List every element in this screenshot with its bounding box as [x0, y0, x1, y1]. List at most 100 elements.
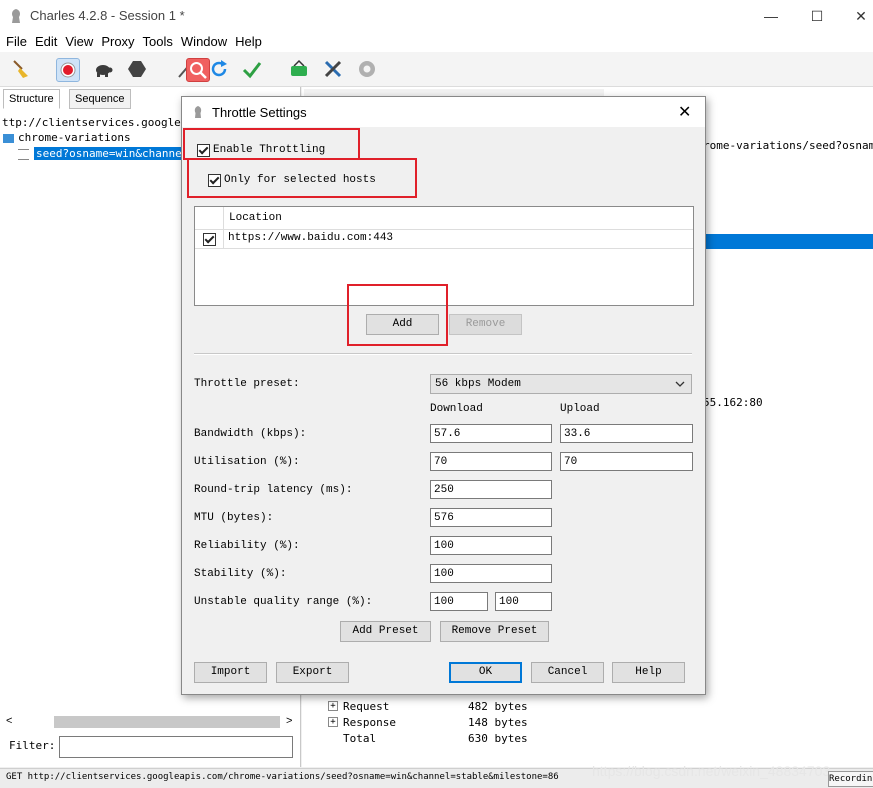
menu-file[interactable]: File: [0, 32, 31, 52]
location-enabled-checkbox[interactable]: [203, 233, 216, 246]
overview-url-text: rome-variations/seed?osnam...: [703, 139, 873, 152]
stop-hexagon-icon[interactable]: [126, 58, 148, 80]
utilisation-label: Utilisation (%):: [194, 456, 300, 468]
help-button[interactable]: Help: [612, 662, 685, 683]
size-row-response[interactable]: + Response 148 bytes: [328, 716, 568, 732]
throttle-preset-select[interactable]: 56 kbps Modem: [430, 374, 692, 394]
bandwidth-label: Bandwidth (kbps):: [194, 428, 307, 440]
highlight-box-enable: [183, 128, 360, 160]
menu-edit[interactable]: Edit: [31, 32, 61, 52]
add-preset-button[interactable]: Add Preset: [340, 621, 431, 642]
status-text: GET http://clientservices.googleapis.com…: [6, 772, 559, 782]
tree-request-row[interactable]: seed?osname=win&channel=: [18, 146, 197, 162]
record-icon: [60, 62, 76, 78]
size-value-response: 148 bytes: [468, 716, 528, 729]
broom-icon[interactable]: [10, 58, 32, 80]
size-row-total: Total 630 bytes: [328, 732, 568, 748]
unstable-range-label: Unstable quality range (%):: [194, 596, 373, 608]
import-button[interactable]: Import: [194, 662, 267, 683]
maximize-button[interactable]: ☐: [802, 6, 832, 26]
window-title: Charles 4.2.8 - Session 1 *: [30, 8, 185, 23]
search-magnifier-icon: [190, 62, 207, 79]
throttle-preset-value: 56 kbps Modem: [435, 378, 521, 390]
bandwidth-download-input[interactable]: 57.6: [430, 424, 552, 443]
remove-preset-button[interactable]: Remove Preset: [440, 621, 549, 642]
highlight-box-add: [347, 284, 448, 346]
export-button[interactable]: Export: [276, 662, 349, 683]
watermark-text: https://blog.csdn.net/weixin_48834703: [592, 763, 831, 779]
tab-sequence[interactable]: Sequence: [69, 89, 131, 109]
turtle-icon[interactable]: [92, 58, 114, 80]
latency-label: Round-trip latency (ms):: [194, 484, 353, 496]
tree-folder-label: chrome-variations: [18, 131, 131, 144]
menu-window[interactable]: Window: [177, 32, 231, 52]
record-button[interactable]: [56, 58, 80, 82]
stability-input[interactable]: 100: [430, 564, 552, 583]
horizontal-scrollbar[interactable]: < >: [4, 715, 294, 729]
tree-request-label: seed?osname=win&channel=: [34, 147, 197, 160]
scroll-left-icon[interactable]: <: [6, 715, 12, 727]
tree-host-row[interactable]: ttp://clientservices.googleapi: [2, 115, 201, 131]
expand-icon[interactable]: +: [328, 717, 338, 727]
tree-host-label: ttp://clientservices.googleapi: [2, 116, 201, 129]
download-header: Download: [430, 403, 483, 415]
size-label-total: Total: [343, 732, 377, 745]
gear-icon[interactable]: [356, 58, 378, 80]
refresh-icon[interactable]: [208, 58, 230, 80]
highlight-box-hosts: [187, 158, 417, 198]
tree-folder-row[interactable]: chrome-variations: [3, 130, 131, 146]
charles-app-icon: [12, 9, 20, 23]
column-divider: [223, 207, 224, 229]
unstable-range-to-input[interactable]: 100: [495, 592, 552, 611]
folder-icon: [3, 133, 14, 143]
selected-row-highlight[interactable]: [703, 234, 873, 249]
dialog-title: Throttle Settings: [212, 105, 307, 120]
location-row[interactable]: https://www.baidu.com:443: [195, 230, 693, 249]
size-label-request: Request: [343, 700, 390, 713]
recording-indicator[interactable]: Recordin: [828, 771, 873, 787]
cancel-button[interactable]: Cancel: [531, 662, 604, 683]
check-icon[interactable]: [241, 58, 263, 80]
ip-text: 55.162:80: [703, 396, 763, 409]
unstable-range-from-input[interactable]: 100: [430, 592, 488, 611]
mtu-label: MTU (bytes):: [194, 512, 274, 524]
ok-button[interactable]: OK: [449, 662, 522, 683]
tools-icon[interactable]: [322, 58, 344, 80]
utilisation-download-input[interactable]: 70: [430, 452, 552, 471]
close-window-button[interactable]: ✕: [846, 6, 873, 26]
tab-structure[interactable]: Structure: [3, 89, 60, 109]
mtu-input[interactable]: 576: [430, 508, 552, 527]
menu-proxy[interactable]: Proxy: [97, 32, 138, 52]
filter-label: Filter:: [9, 739, 56, 752]
basket-icon[interactable]: [288, 58, 310, 80]
size-value-request: 482 bytes: [468, 700, 528, 713]
menu-view[interactable]: View: [61, 32, 97, 52]
upload-header: Upload: [560, 403, 600, 415]
title-bar: Charles 4.2.8 - Session 1 * — ☐ ✕: [0, 0, 873, 32]
minimize-button[interactable]: —: [756, 6, 786, 26]
menu-tools[interactable]: Tools: [139, 32, 177, 52]
filter-input[interactable]: [59, 736, 293, 758]
charles-app-icon: [194, 106, 202, 118]
scroll-thumb[interactable]: [54, 716, 280, 728]
throttle-preset-label: Throttle preset:: [194, 378, 300, 390]
bandwidth-upload-input[interactable]: 33.6: [560, 424, 693, 443]
throttle-settings-dialog: Throttle Settings ✕ Enable Throttling On…: [181, 96, 706, 695]
stability-label: Stability (%):: [194, 568, 287, 580]
expand-icon[interactable]: +: [328, 701, 338, 711]
separator: [194, 353, 692, 355]
dialog-close-button[interactable]: ✕: [678, 102, 691, 122]
document-icon: [18, 148, 29, 160]
throttle-button[interactable]: [186, 58, 210, 82]
remove-location-button[interactable]: Remove: [449, 314, 522, 335]
size-row-request[interactable]: + Request 482 bytes: [328, 700, 568, 716]
latency-input[interactable]: 250: [430, 480, 552, 499]
scroll-right-icon[interactable]: >: [286, 715, 292, 727]
location-column-header: Location: [229, 212, 282, 224]
utilisation-upload-input[interactable]: 70: [560, 452, 693, 471]
chevron-down-icon: [675, 381, 685, 387]
reliability-input[interactable]: 100: [430, 536, 552, 555]
column-divider: [223, 230, 224, 248]
menu-help[interactable]: Help: [231, 32, 266, 52]
dialog-title-bar: Throttle Settings ✕: [182, 97, 705, 127]
